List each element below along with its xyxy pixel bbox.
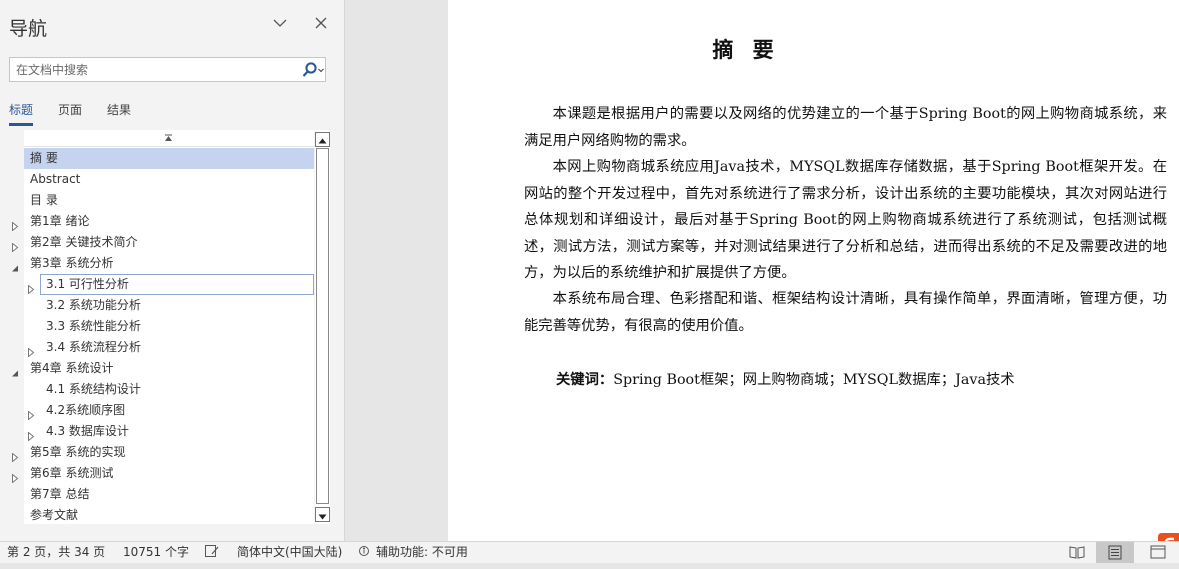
- web-layout-icon[interactable]: [1140, 542, 1179, 563]
- scroll-down-arrow-icon[interactable]: [315, 507, 330, 522]
- close-icon[interactable]: [312, 14, 330, 32]
- expand-caret-icon[interactable]: [11, 217, 19, 232]
- tree-item-label: 第7章 总结: [30, 487, 90, 501]
- tree-item[interactable]: 4.1 系统结构设计: [24, 379, 314, 400]
- tree-item[interactable]: 3.3 系统性能分析: [24, 316, 314, 337]
- status-bar: 第 2 页，共 34 页 10751 个字 简体中文(中国大陆) 辅助功能: 不…: [0, 541, 1179, 563]
- tree-item[interactable]: 4.2系统顺序图: [24, 400, 314, 421]
- collapse-all-icon[interactable]: [24, 130, 314, 147]
- tree-item-label: 4.1 系统结构设计: [46, 382, 141, 396]
- chevron-down-icon[interactable]: [271, 14, 289, 32]
- tree-item[interactable]: Abstract: [24, 169, 314, 190]
- page-title: 摘 要: [712, 38, 780, 62]
- tab-results[interactable]: 结果: [107, 101, 131, 125]
- vertical-scrollbar[interactable]: [315, 130, 330, 524]
- tree-item-label: 3.1 可行性分析: [46, 277, 129, 291]
- tree-item-label: 参考文献: [30, 508, 79, 522]
- tree-item[interactable]: 摘 要: [24, 148, 314, 169]
- tree-item[interactable]: 第2章 关键技术简介: [12, 232, 314, 253]
- collapse-caret-icon[interactable]: [11, 259, 19, 272]
- tree-item[interactable]: 第1章 绪论: [12, 211, 314, 232]
- tree-item-label: 第2章 关键技术简介: [30, 235, 138, 249]
- abstract-paragraph: 本网上购物商城系统应用Java技术，MYSQL数据库存储数据，基于Spring …: [524, 159, 1167, 281]
- page-count[interactable]: 第 2 页，共 34 页: [7, 542, 105, 562]
- tree-item-label: Abstract: [30, 172, 81, 186]
- tree-item[interactable]: 3.2 系统功能分析: [24, 295, 314, 316]
- heading-tree: 摘 要 Abstract 目 录第1章 绪论第2章 关键技术简介 第3章 系统分析 3.…: [12, 130, 314, 526]
- search-box: [9, 57, 326, 82]
- tree-item[interactable]: 第4章 系统设计: [12, 358, 314, 379]
- tree-item-label: 第3章 系统分析: [30, 256, 114, 270]
- abstract-paragraph: 本系统布局合理、色彩搭配和谐、框架结构设计清晰，具有操作简单，界面清晰，管理方便…: [524, 291, 1167, 334]
- tree-item[interactable]: 第3章 系统分析: [12, 253, 314, 274]
- tree-item[interactable]: 第5章 系统的实现: [12, 442, 314, 463]
- keywords-label: 关键词：: [556, 372, 614, 388]
- proofing-icon[interactable]: [204, 543, 220, 565]
- tree-item[interactable]: 3.4 系统流程分析: [24, 337, 314, 358]
- expand-caret-icon[interactable]: [11, 448, 19, 463]
- tree-item[interactable]: 第7章 总结: [24, 484, 314, 505]
- document-page[interactable]: 摘 要 本课题是根据用户的需要以及网络的优势建立的一个基于Spring Boot…: [448, 0, 1179, 541]
- tree-item-label: 4.3 数据库设计: [46, 424, 129, 438]
- search-icon[interactable]: [300, 61, 326, 79]
- tree-item-label: 3.4 系统流程分析: [46, 340, 141, 354]
- scrollbar-thumb[interactable]: [316, 148, 329, 504]
- keywords-line: 关键词：Spring Boot框架；网上购物商城；MYSQL数据库；Java技术: [556, 367, 1176, 393]
- tree-item[interactable]: 4.3 数据库设计: [24, 421, 314, 442]
- print-layout-icon[interactable]: [1096, 542, 1134, 563]
- expand-caret-icon[interactable]: [27, 427, 35, 442]
- collapse-caret-icon[interactable]: [11, 364, 19, 377]
- navigation-pane: 导航 标题 页面 结果 摘 要 Abstract 目 录第1章 绪论第2章 关键技术…: [0, 0, 345, 541]
- expand-caret-icon[interactable]: [11, 469, 19, 484]
- expand-caret-icon[interactable]: [27, 343, 35, 358]
- scroll-up-arrow-icon[interactable]: [315, 132, 330, 147]
- tree-item-label: 3.2 系统功能分析: [46, 298, 141, 312]
- tree-item[interactable]: 参考文献: [24, 505, 314, 526]
- search-input[interactable]: [10, 58, 295, 81]
- language-indicator[interactable]: 简体中文(中国大陆): [237, 542, 342, 562]
- expand-caret-icon[interactable]: [11, 238, 19, 253]
- tree-item-label: 第4章 系统设计: [30, 361, 114, 375]
- tree-item-label: 3.3 系统性能分析: [46, 319, 141, 333]
- tree-item[interactable]: 目 录: [24, 190, 314, 211]
- tab-headings[interactable]: 标题: [9, 101, 34, 126]
- tree-item[interactable]: 3.1 可行性分析: [28, 274, 314, 295]
- tab-pages[interactable]: 页面: [58, 101, 82, 125]
- accessibility-icon[interactable]: [358, 543, 374, 565]
- tree-item-label: 第6章 系统测试: [30, 466, 114, 480]
- read-mode-icon[interactable]: [1058, 542, 1096, 563]
- tree-item[interactable]: 第6章 系统测试: [12, 463, 314, 484]
- tree-item-label: 第5章 系统的实现: [30, 445, 126, 459]
- abstract-paragraph: 本课题是根据用户的需要以及网络的优势建立的一个基于Spring Boot的网上购…: [524, 106, 1167, 149]
- expand-caret-icon[interactable]: [27, 280, 35, 295]
- accessibility-status[interactable]: 辅助功能: 不可用: [376, 542, 468, 562]
- nav-pane-title: 导航: [9, 18, 48, 40]
- expand-caret-icon[interactable]: [27, 406, 35, 421]
- tree-item-label: 摘 要: [30, 151, 58, 165]
- document-area: 摘 要 本课题是根据用户的需要以及网络的优势建立的一个基于Spring Boot…: [346, 0, 1179, 541]
- tree-item-label: 目 录: [30, 193, 58, 207]
- tree-item-label: 4.2系统顺序图: [46, 403, 126, 417]
- word-count[interactable]: 10751 个字: [123, 542, 189, 562]
- tree-item-label: 第1章 绪论: [30, 214, 90, 228]
- keywords-text: Spring Boot框架；网上购物商城；MYSQL数据库；Java技术: [613, 372, 1015, 388]
